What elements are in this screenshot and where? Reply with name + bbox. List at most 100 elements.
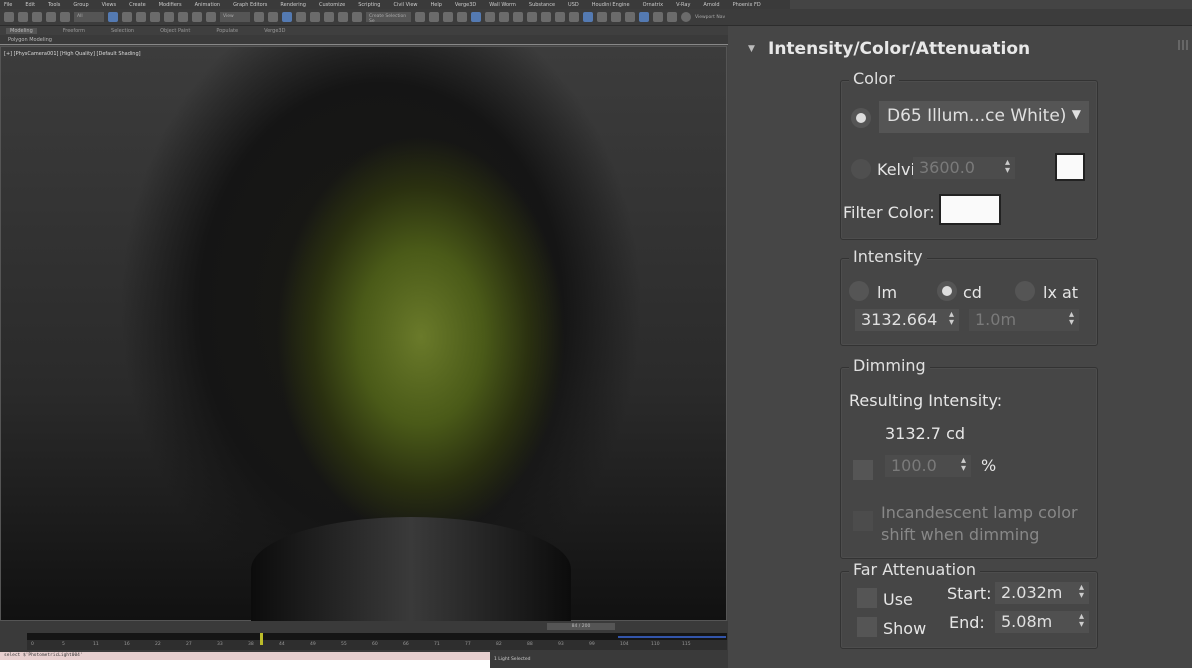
render-setup-icon[interactable] (527, 12, 537, 22)
maxscript-listener[interactable]: select $'PhotometricLight004' (0, 652, 490, 668)
spinner-arrows-icon[interactable]: ▴ ▾ (1069, 310, 1074, 328)
menu-arnold[interactable]: Arnold (703, 2, 719, 8)
keyboard-shortcut-icon[interactable] (282, 12, 292, 22)
spinner-arrows-icon[interactable]: ▴ ▾ (1079, 612, 1084, 630)
rollout-title[interactable]: Intensity/Color/Attenuation (768, 39, 1030, 59)
ribbon-tab-modeling[interactable]: Modeling (6, 27, 37, 34)
unlink-icon[interactable] (46, 12, 56, 22)
scene-explorer-icon[interactable] (471, 12, 481, 22)
menu-ornatrix[interactable]: Ornatrix (643, 2, 664, 8)
menu-scripting[interactable]: Scripting (358, 2, 380, 8)
spinner-arrows-icon[interactable]: ▴ ▾ (1005, 158, 1010, 176)
schematic-icon[interactable] (499, 12, 509, 22)
placement-icon[interactable] (206, 12, 216, 22)
angle-snap-icon[interactable] (310, 12, 320, 22)
menu-graph-editors[interactable]: Graph Editors (233, 2, 267, 8)
preset-radio[interactable] (851, 108, 871, 128)
rendered-frame-icon[interactable] (541, 12, 551, 22)
menu-wall-worm[interactable]: Wall Worm (489, 2, 516, 8)
vray-ies-icon[interactable] (625, 12, 635, 22)
vray-frame-buffer-icon[interactable] (639, 12, 649, 22)
spinner-snap-icon[interactable] (338, 12, 348, 22)
cd-radio[interactable] (937, 281, 957, 301)
use-checkbox[interactable] (857, 588, 877, 608)
end-spinner[interactable]: 5.08m ▴ ▾ (995, 611, 1089, 633)
time-slider[interactable]: 84 / 200 (547, 623, 615, 630)
distance-spinner[interactable]: 1.0m ▴ ▾ (969, 309, 1079, 331)
undo-icon[interactable] (4, 12, 14, 22)
vray-sun-icon[interactable] (597, 12, 607, 22)
kelvin-radio[interactable] (851, 159, 871, 179)
ribbon-tab-populate[interactable]: Populate (216, 28, 238, 34)
snap-3d-icon[interactable] (296, 12, 306, 22)
viewport-label[interactable]: [+] [PhysCamera001] [High Quality] [Defa… (4, 51, 141, 57)
dimming-checkbox[interactable] (853, 460, 873, 480)
menu-substance[interactable]: Substance (529, 2, 555, 8)
align-icon[interactable] (429, 12, 439, 22)
selection-set-dropdown[interactable]: Create Selection Se (366, 12, 411, 24)
select-by-name-icon[interactable] (122, 12, 132, 22)
menu-file[interactable]: File (4, 2, 12, 8)
ribbon-tab-object-paint[interactable]: Object Paint (160, 28, 190, 34)
command-line[interactable]: select $'PhotometricLight004' (0, 652, 490, 660)
menu-edit[interactable]: Edit (25, 2, 35, 8)
ribbon-tab-verge3d[interactable]: Verge3D (264, 28, 285, 34)
menu-modifiers[interactable]: Modifiers (159, 2, 182, 8)
kelvin-color-swatch[interactable] (1055, 153, 1085, 181)
menu-v-ray[interactable]: V-Ray (676, 2, 690, 8)
vray-dome-icon[interactable] (611, 12, 621, 22)
viewport-camera[interactable]: [+] [PhysCamera001] [High Quality] [Defa… (0, 46, 727, 622)
intensity-spinner[interactable]: 3132.664 ▴ ▾ (855, 309, 959, 331)
spinner-arrows-icon[interactable]: ▴ ▾ (1079, 583, 1084, 601)
timeline[interactable]: 84 / 200 0 5 11 16 22 27 33 38 44 49 55 60 66 71 77 82 8… (0, 621, 728, 652)
menu-group[interactable]: Group (73, 2, 88, 8)
layer-icon[interactable] (443, 12, 453, 22)
ribbon-tab-selection[interactable]: Selection (111, 28, 134, 34)
scale-icon[interactable] (192, 12, 202, 22)
panel-grip-icon[interactable] (1178, 40, 1188, 50)
rect-selection-icon[interactable] (136, 12, 146, 22)
menu-usd[interactable]: USD (568, 2, 579, 8)
start-spinner[interactable]: 2.032m ▴ ▾ (995, 582, 1089, 604)
show-checkbox[interactable] (857, 617, 877, 637)
lm-radio[interactable] (849, 281, 869, 301)
light-icon[interactable] (569, 12, 579, 22)
color-preset-dropdown[interactable]: D65 Illum...ce White) ▼ (879, 101, 1089, 133)
menu-tools[interactable]: Tools (48, 2, 60, 8)
menu-phoenix-fd[interactable]: Phoenix FD (733, 2, 761, 8)
edit-named-sel-icon[interactable] (352, 12, 362, 22)
lx-radio[interactable] (1015, 281, 1035, 301)
rotate-icon[interactable] (178, 12, 188, 22)
kelvin-spinner[interactable]: 3600.0 ▴ ▾ (913, 157, 1015, 179)
menu-verge3d[interactable]: Verge3D (455, 2, 476, 8)
menu-rendering[interactable]: Rendering (280, 2, 306, 8)
pivot-icon[interactable] (254, 12, 264, 22)
current-frame-marker[interactable] (259, 633, 263, 645)
menu-customize[interactable]: Customize (319, 2, 345, 8)
bind-space-warp-icon[interactable] (60, 12, 70, 22)
menu-civil-view[interactable]: Civil View (393, 2, 417, 8)
viewport-icon[interactable] (667, 12, 677, 22)
curve-editor-icon[interactable] (485, 12, 495, 22)
selection-filter-dropdown[interactable]: All (74, 12, 104, 22)
material-editor-icon[interactable] (513, 12, 523, 22)
incandescent-checkbox[interactable] (853, 511, 873, 531)
filter-color-swatch[interactable] (939, 194, 1001, 225)
manipulate-icon[interactable] (268, 12, 278, 22)
mirror-icon[interactable] (415, 12, 425, 22)
help-icon[interactable] (681, 12, 691, 22)
ribbon-tab-freeform[interactable]: Freeform (63, 28, 85, 34)
arnold-icon[interactable] (653, 12, 663, 22)
window-crossing-icon[interactable] (150, 12, 160, 22)
vray-light-icon[interactable] (583, 12, 593, 22)
percent-snap-icon[interactable] (324, 12, 334, 22)
reference-coord-dropdown[interactable]: View (220, 12, 250, 22)
menu-create[interactable]: Create (129, 2, 146, 8)
polygon-modeling-panel[interactable]: Polygon Modeling (0, 35, 728, 45)
spinner-arrows-icon[interactable]: ▴ ▾ (949, 310, 954, 328)
link-icon[interactable] (32, 12, 42, 22)
menu-views[interactable]: Views (102, 2, 116, 8)
move-icon[interactable] (164, 12, 174, 22)
menu-animation[interactable]: Animation (195, 2, 221, 8)
menu-help[interactable]: Help (431, 2, 442, 8)
